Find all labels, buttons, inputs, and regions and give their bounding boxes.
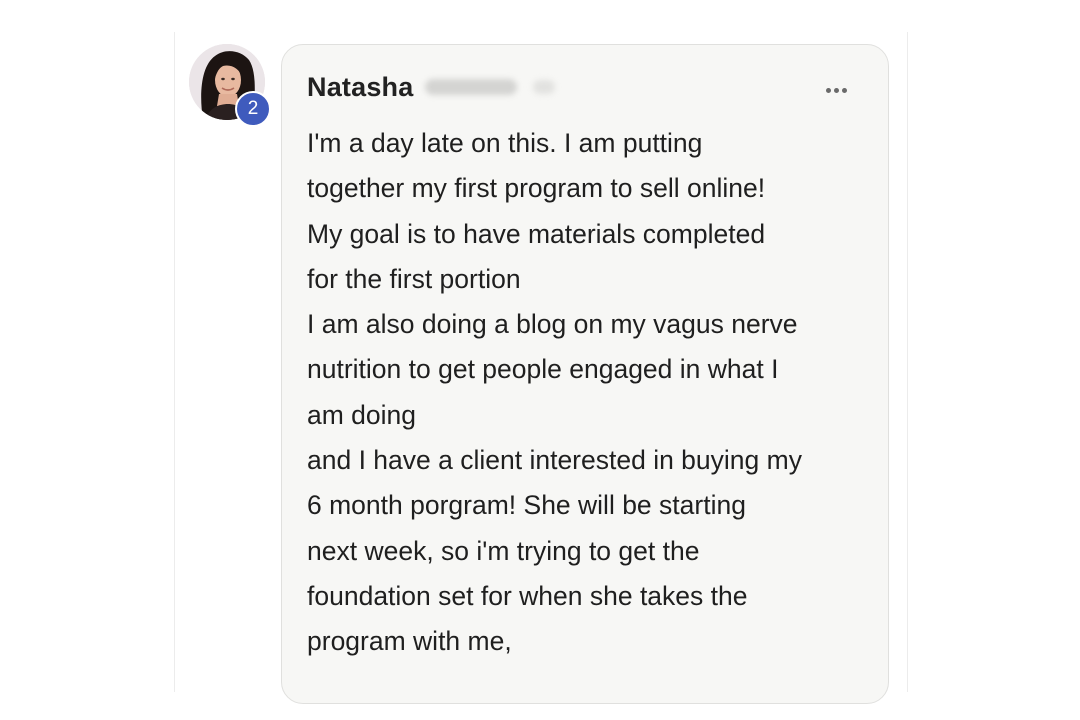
comment-body: I'm a day late on this. I am putting tog…	[307, 121, 877, 665]
comment-line: I am also doing a blog on my vagus nerve	[307, 309, 798, 340]
comment-line: program with me,	[307, 626, 512, 657]
comment-line: nutrition to get people engaged in what …	[307, 354, 779, 385]
more-horizontal-icon-dot	[833, 87, 839, 93]
author-row: Natasha	[307, 67, 556, 107]
comment-line: next week, so i'm trying to get the	[307, 535, 700, 566]
notification-badge: 2	[235, 91, 271, 127]
more-options-button[interactable]	[819, 79, 853, 101]
comment-line: My goal is to have materials completed	[307, 218, 766, 249]
comment-line: I'm a day late on this. I am putting	[307, 128, 703, 158]
comment-line: for the first portion	[307, 263, 521, 294]
author-avatar-container[interactable]: 2	[189, 44, 271, 127]
more-horizontal-icon-dot	[841, 87, 847, 93]
more-horizontal-icon	[825, 87, 831, 93]
author-name[interactable]: Natasha	[307, 72, 413, 103]
comment-bubble: Natasha I'm a day late on this. I am put…	[281, 44, 889, 704]
comment-line: and I have a client interested in buying…	[307, 445, 802, 476]
redacted-detail	[533, 80, 556, 94]
comment-line: together my first program to sell online…	[307, 173, 766, 204]
comment-line: am doing	[307, 399, 417, 430]
comment-line: foundation set for when she takes the	[307, 580, 748, 611]
comment-line: 6 month porgram! She will be starting	[307, 490, 746, 521]
redacted-surname	[425, 79, 518, 95]
